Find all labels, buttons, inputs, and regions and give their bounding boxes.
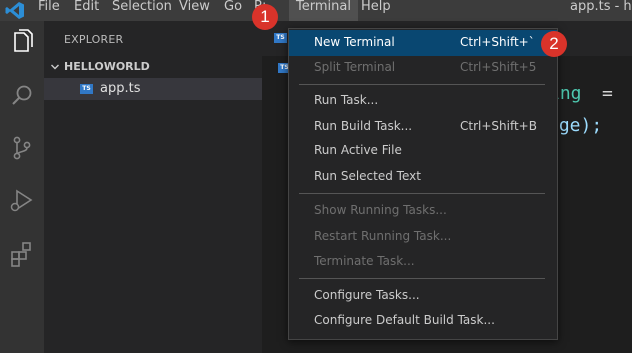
menu-item-shortcut: Ctrl+Shift+5 (460, 60, 537, 74)
folder-name: HELLOWORLD (64, 60, 150, 73)
menu-item-label: Run Build Task... (314, 119, 413, 133)
menu-item-label: Show Running Tasks... (314, 203, 447, 217)
menu-selection[interactable]: Selection (112, 0, 172, 21)
file-name: app.ts (100, 81, 141, 96)
menu-separator (299, 193, 545, 194)
activity-bar (0, 21, 44, 353)
menu-item-shortcut: Ctrl+Shift+B (460, 119, 537, 133)
title-bar: File Edit Selection View Go Run Terminal… (0, 0, 632, 21)
menu-go[interactable]: Go (224, 0, 242, 21)
menu-item-run-selected-text[interactable]: Run Selected Text (289, 164, 557, 190)
extensions-icon[interactable] (6, 238, 38, 270)
menu-item-label: Configure Tasks... (314, 288, 420, 302)
menu-item-run-task[interactable]: Run Task... (289, 88, 557, 114)
vscode-logo-icon (5, 2, 24, 19)
menu-item-run-build-task[interactable]: Run Build Task... Ctrl+Shift+B (289, 114, 557, 140)
menu-item-label: Run Task... (314, 93, 379, 107)
folder-row[interactable]: HELLOWORLD (44, 56, 262, 78)
menu-item-label: Terminate Task... (314, 254, 415, 268)
menu-item-shortcut: Ctrl+Shift+` (460, 35, 535, 49)
menu-view[interactable]: View (179, 0, 210, 21)
menu-item-configure-tasks[interactable]: Configure Tasks... (289, 283, 557, 309)
explorer-icon[interactable] (6, 26, 38, 58)
search-icon[interactable] (6, 80, 38, 112)
explorer-title: EXPLORER (64, 33, 124, 46)
menu-item-label: Split Terminal (314, 60, 396, 74)
menu-item-configure-default-build-task[interactable]: Configure Default Build Task... (289, 308, 557, 334)
explorer-sidebar: EXPLORER HELLOWORLD TS app.ts (44, 21, 262, 353)
editor-tab-ts-icon[interactable]: TS (274, 33, 287, 43)
menu-file[interactable]: File (38, 0, 60, 21)
step-2-badge: 2 (541, 31, 567, 57)
window-title: app.ts - he (570, 0, 632, 14)
menu-item-label: Configure Default Build Task... (314, 313, 495, 327)
menu-item-label: New Terminal (314, 35, 395, 49)
menu-item-terminate-task[interactable]: Terminate Task... (289, 249, 557, 275)
menu-item-show-running-tasks[interactable]: Show Running Tasks... (289, 198, 557, 224)
menu-help[interactable]: Help (361, 0, 391, 21)
run-debug-icon[interactable] (6, 185, 38, 217)
step-1-badge: 1 (252, 4, 278, 30)
menu-terminal[interactable]: Terminal (289, 0, 358, 21)
menu-item-label: Restart Running Task... (314, 229, 452, 243)
code-operator: = (602, 83, 613, 104)
typescript-file-icon: TS (80, 84, 93, 94)
source-control-icon[interactable] (6, 132, 38, 164)
menu-item-split-terminal[interactable]: Split Terminal Ctrl+Shift+5 (289, 55, 557, 81)
terminal-menu-dropdown: New Terminal Ctrl+Shift+` Split Terminal… (288, 28, 558, 340)
menu-edit[interactable]: Edit (74, 0, 99, 21)
menu-item-label: Run Active File (314, 143, 402, 157)
menu-item-label: Run Selected Text (314, 169, 421, 183)
menu-item-new-terminal[interactable]: New Terminal Ctrl+Shift+` (289, 30, 557, 56)
file-row-app-ts[interactable]: TS app.ts (44, 78, 262, 100)
menu-item-run-active-file[interactable]: Run Active File (289, 138, 557, 164)
chevron-down-icon (51, 64, 59, 70)
menu-separator (299, 278, 545, 279)
menu-separator (299, 84, 545, 85)
menu-item-restart-running-task[interactable]: Restart Running Task... (289, 224, 557, 250)
